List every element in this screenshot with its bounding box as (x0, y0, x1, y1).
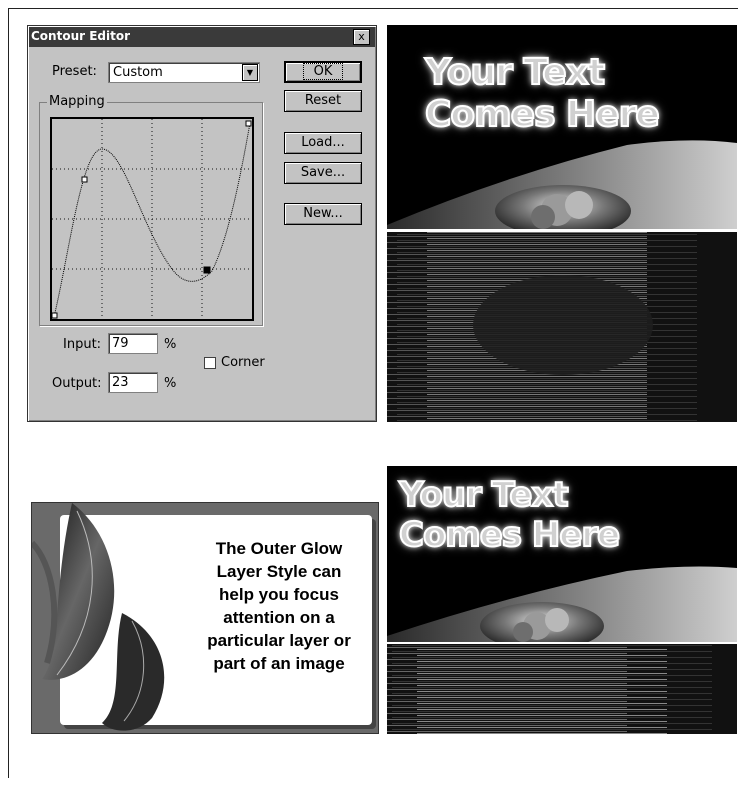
corner-checkbox[interactable] (204, 357, 216, 369)
chevron-down-icon[interactable]: ▼ (242, 64, 258, 81)
new-button[interactable]: New... (284, 203, 362, 225)
graph-grid (52, 119, 252, 319)
headline-line2: Comes Here (398, 515, 621, 555)
ok-button[interactable]: OK (284, 61, 362, 83)
contour-curve-svg[interactable] (51, 119, 252, 319)
title-bar: Contour Editor x (29, 27, 375, 47)
glow-preview-image-bottom: Your Text Comes Here (387, 466, 737, 734)
output-percent-label: % (164, 376, 177, 391)
caption-line: The Outer Glow (215, 539, 343, 558)
load-button[interactable]: Load... (284, 132, 362, 154)
glow-preview-image-top: Your Text Comes Here (387, 25, 737, 422)
curve-point[interactable] (81, 176, 88, 183)
reset-button[interactable]: Reset (284, 90, 362, 112)
output-field[interactable] (108, 372, 158, 393)
corner-label: Corner (221, 355, 265, 370)
output-label: Output: (52, 376, 102, 391)
input-label: Input: (63, 337, 102, 352)
preset-value: Custom (113, 65, 163, 80)
curve-point[interactable] (51, 312, 58, 319)
caption-line: part of an image (213, 654, 345, 673)
ok-button-label: OK (302, 63, 344, 80)
curve-point-selected[interactable] (203, 266, 211, 274)
caption-line: attention on a (223, 608, 335, 627)
headline-line2: Comes Here (424, 94, 661, 135)
card-caption: The Outer Glow Layer Style can help you … (182, 537, 376, 675)
dialog-title: Contour Editor (31, 29, 131, 43)
headline-line1: Your Text (398, 475, 570, 515)
mapping-label: Mapping (47, 94, 107, 109)
contour-graph[interactable] (50, 117, 254, 321)
headline-line1: Your Text (424, 52, 606, 93)
caption-line: Layer Style can (216, 562, 342, 581)
feather-graphic (32, 503, 165, 731)
save-button[interactable]: Save... (284, 162, 362, 184)
caption-line: particular layer or (207, 631, 351, 650)
outer-glow-card: The Outer Glow Layer Style can help you … (31, 502, 379, 734)
input-field[interactable] (108, 333, 158, 354)
preset-label: Preset: (52, 64, 97, 79)
close-button[interactable]: x (353, 29, 370, 45)
caption-line: help you focus (219, 585, 339, 604)
input-percent-label: % (164, 337, 177, 352)
contour-editor-dialog: Contour Editor x Preset: Custom ▼ OK Res… (27, 25, 377, 422)
curve-point[interactable] (245, 120, 252, 127)
preset-dropdown[interactable]: Custom ▼ (108, 62, 260, 83)
